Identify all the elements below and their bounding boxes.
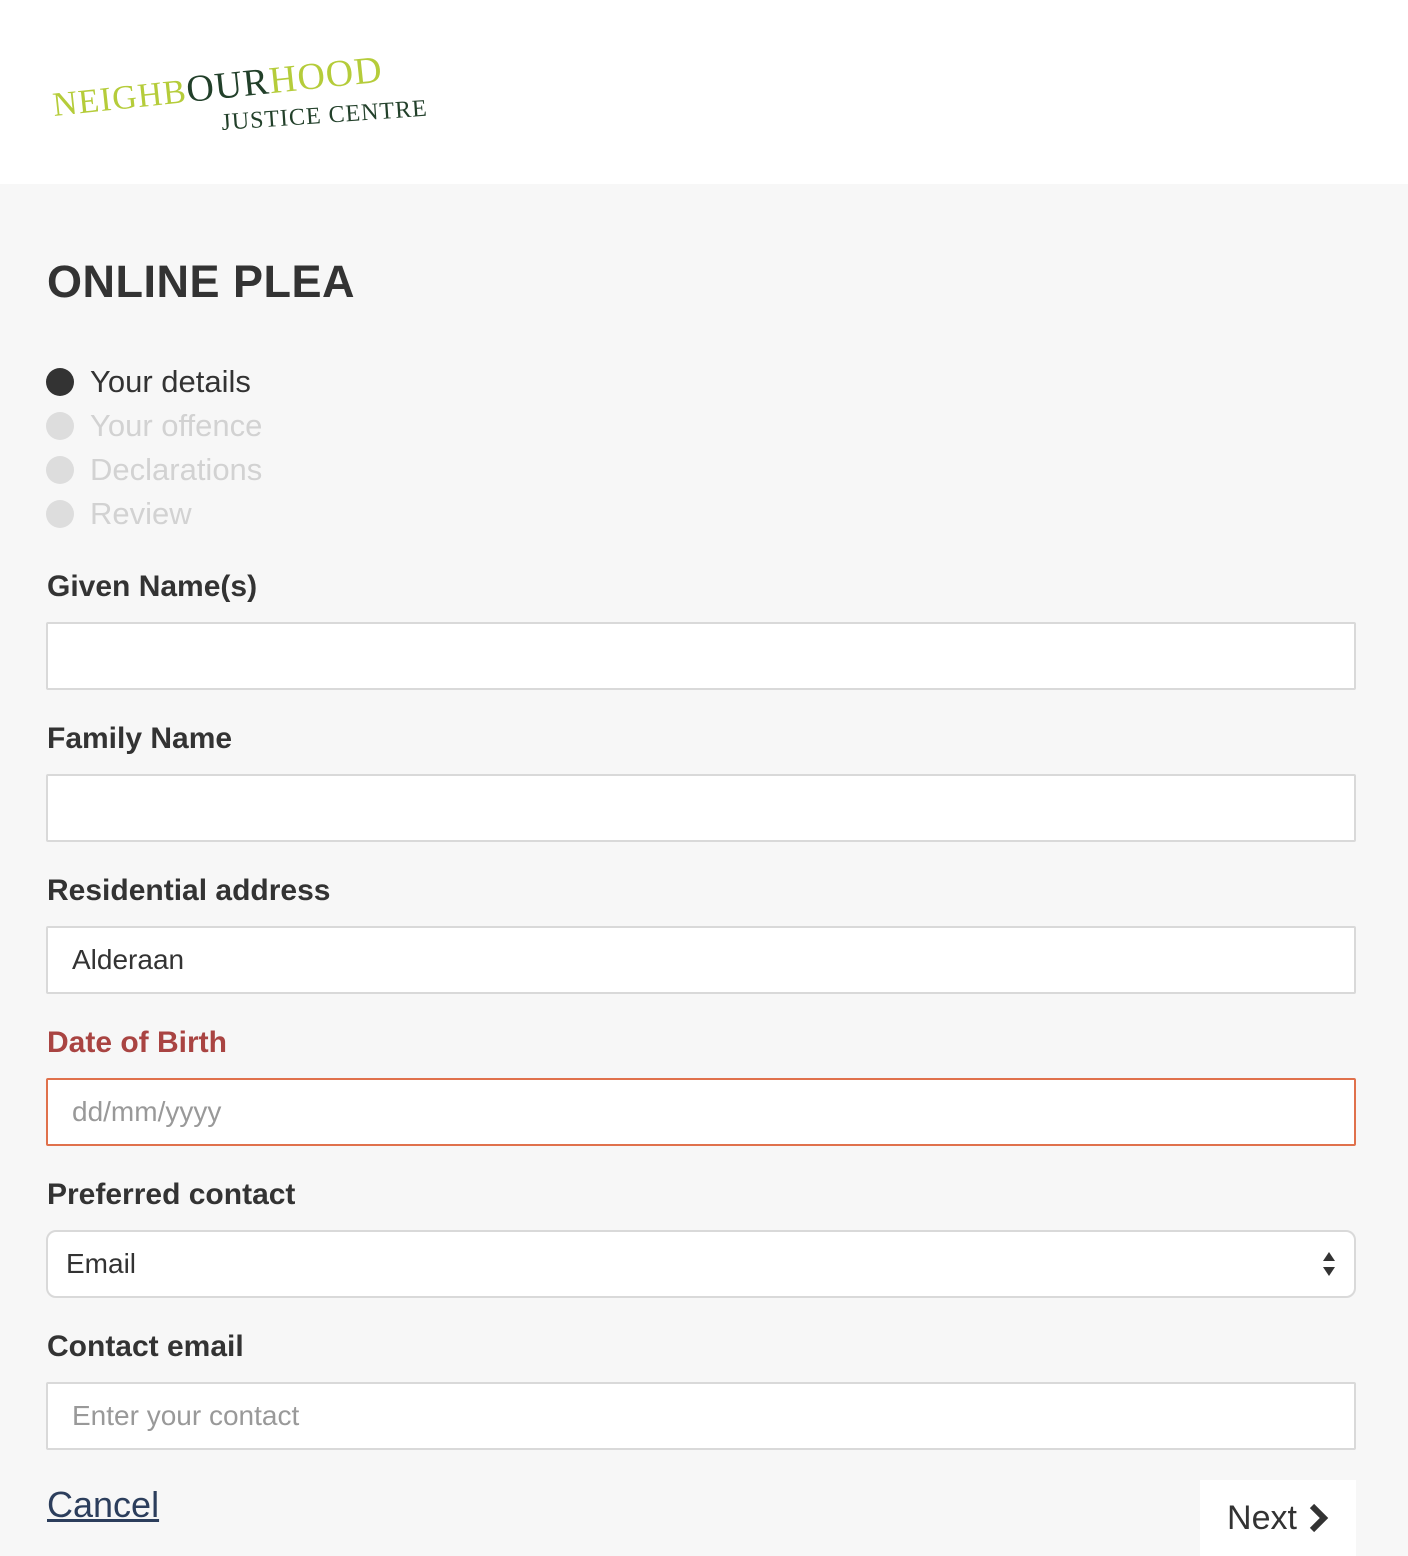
date-of-birth-input[interactable] [46,1078,1356,1146]
residential-address-input[interactable] [46,926,1356,994]
preferred-contact-select[interactable]: Email [46,1230,1356,1298]
step-declarations: Declarations [46,448,262,492]
chevron-right-icon [1309,1503,1329,1533]
step-dot-icon [46,412,74,440]
step-label: Review [90,496,192,531]
given-name-input[interactable] [46,622,1356,690]
step-dot-icon [46,456,74,484]
step-your-offence: Your offence [46,404,262,448]
site-header: NEIGHBOURHOOD JUSTICE CENTRE [0,0,1408,184]
step-dot-icon [46,500,74,528]
step-your-details: Your details [46,360,262,404]
contact-email-label: Contact email [47,1330,244,1363]
page-title: ONLINE PLEA [47,256,356,307]
next-button[interactable]: Next [1200,1480,1356,1556]
date-of-birth-label: Date of Birth [47,1026,227,1059]
step-active-dot-icon [46,368,74,396]
main-content: ONLINE PLEA Your details Your offence De… [0,184,1408,1556]
neighbourhood-justice-centre-logo[interactable]: NEIGHBOURHOOD JUSTICE CENTRE [50,36,450,146]
preferred-contact-label: Preferred contact [47,1178,296,1211]
progress-steps: Your details Your offence Declarations R… [46,360,262,536]
contact-email-input[interactable] [46,1382,1356,1450]
family-name-label: Family Name [47,722,233,755]
preferred-contact-value: Email [66,1248,137,1279]
residential-address-label: Residential address [47,874,331,907]
family-name-input[interactable] [46,774,1356,842]
step-label: Your offence [90,408,263,443]
step-label: Your details [90,364,251,399]
step-review: Review [46,492,262,536]
logo-graphic: NEIGHBOURHOOD JUSTICE CENTRE [51,49,429,136]
select-arrows-icon [1323,1252,1335,1276]
next-button-label: Next [1227,1498,1297,1537]
step-label: Declarations [90,452,263,487]
given-name-label: Given Name(s) [47,570,258,603]
cancel-link[interactable]: Cancel [47,1484,159,1526]
